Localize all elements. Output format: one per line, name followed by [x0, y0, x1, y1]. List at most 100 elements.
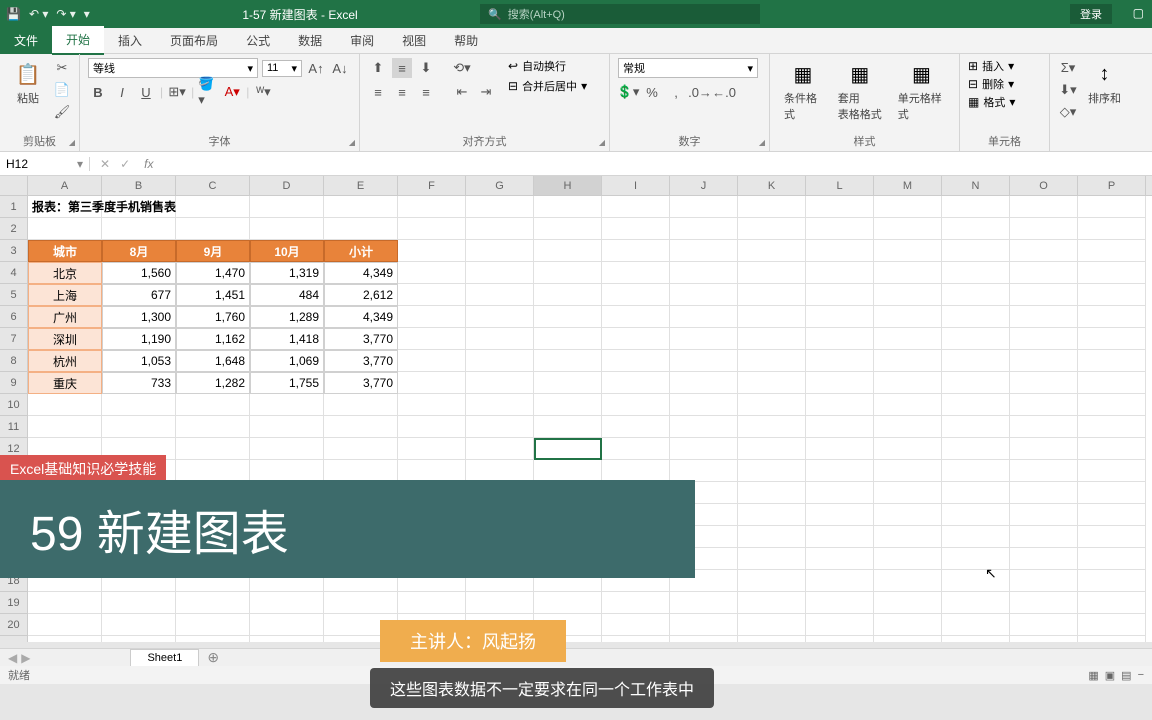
- cell[interactable]: 北京: [28, 262, 102, 284]
- cell[interactable]: [1010, 416, 1078, 438]
- font-color-icon[interactable]: A▾: [222, 82, 242, 102]
- cell[interactable]: [670, 328, 738, 350]
- cell[interactable]: 1,053: [102, 350, 176, 372]
- cell[interactable]: [738, 372, 806, 394]
- cell[interactable]: [1010, 306, 1078, 328]
- cell[interactable]: [738, 240, 806, 262]
- tab-help[interactable]: 帮助: [440, 27, 492, 54]
- cell[interactable]: [1010, 548, 1078, 570]
- cell[interactable]: [534, 372, 602, 394]
- cell[interactable]: [806, 262, 874, 284]
- cell[interactable]: [102, 394, 176, 416]
- cell[interactable]: [176, 592, 250, 614]
- tab-formulas[interactable]: 公式: [232, 27, 284, 54]
- cell[interactable]: [942, 350, 1010, 372]
- cell[interactable]: [874, 306, 942, 328]
- number-dialog-icon[interactable]: ◢: [759, 138, 765, 147]
- cell[interactable]: [398, 372, 466, 394]
- column-header[interactable]: A: [28, 176, 102, 195]
- cell[interactable]: 484: [250, 284, 324, 306]
- cell[interactable]: [534, 284, 602, 306]
- cell[interactable]: [738, 284, 806, 306]
- cell[interactable]: 小计: [324, 240, 398, 262]
- cell[interactable]: 1,162: [176, 328, 250, 350]
- cell[interactable]: 1,760: [176, 306, 250, 328]
- cell[interactable]: [942, 372, 1010, 394]
- cell[interactable]: [398, 240, 466, 262]
- cell[interactable]: [534, 196, 602, 218]
- cell[interactable]: [1078, 350, 1146, 372]
- cell[interactable]: [250, 592, 324, 614]
- cell[interactable]: [534, 438, 602, 460]
- format-cells-button[interactable]: ▦格式▾: [968, 94, 1015, 110]
- cell[interactable]: [534, 350, 602, 372]
- cell[interactable]: [602, 328, 670, 350]
- cell[interactable]: [398, 306, 466, 328]
- cell[interactable]: [670, 262, 738, 284]
- column-header[interactable]: J: [670, 176, 738, 195]
- cell[interactable]: 深圳: [28, 328, 102, 350]
- cell[interactable]: [602, 460, 670, 482]
- row-header[interactable]: 7: [0, 328, 28, 350]
- column-header[interactable]: O: [1010, 176, 1078, 195]
- cell[interactable]: [250, 636, 324, 642]
- tab-view[interactable]: 视图: [388, 27, 440, 54]
- cell[interactable]: [1078, 460, 1146, 482]
- cell[interactable]: [1078, 284, 1146, 306]
- cell[interactable]: [176, 460, 250, 482]
- cell[interactable]: [534, 306, 602, 328]
- cell[interactable]: [602, 284, 670, 306]
- clipboard-dialog-icon[interactable]: ◢: [69, 138, 75, 147]
- tab-page-layout[interactable]: 页面布局: [156, 27, 232, 54]
- cell[interactable]: [28, 394, 102, 416]
- column-header[interactable]: F: [398, 176, 466, 195]
- cell[interactable]: [942, 504, 1010, 526]
- cell[interactable]: [1010, 240, 1078, 262]
- cell[interactable]: 733: [102, 372, 176, 394]
- cell[interactable]: [738, 548, 806, 570]
- cell[interactable]: [738, 614, 806, 636]
- cell[interactable]: [1078, 438, 1146, 460]
- cell[interactable]: 677: [102, 284, 176, 306]
- column-header[interactable]: E: [324, 176, 398, 195]
- cell[interactable]: [534, 262, 602, 284]
- row-header[interactable]: 2: [0, 218, 28, 240]
- cell[interactable]: [874, 636, 942, 642]
- cell[interactable]: 报表：第三季度手机销售表: [28, 196, 102, 218]
- italic-button[interactable]: I: [112, 82, 132, 102]
- cell[interactable]: 1,560: [102, 262, 176, 284]
- column-header[interactable]: B: [102, 176, 176, 195]
- cell[interactable]: 3,770: [324, 372, 398, 394]
- cell[interactable]: [874, 614, 942, 636]
- cell[interactable]: [1078, 328, 1146, 350]
- column-header[interactable]: L: [806, 176, 874, 195]
- column-header[interactable]: I: [602, 176, 670, 195]
- cell[interactable]: [738, 218, 806, 240]
- cell[interactable]: [602, 306, 670, 328]
- borders-icon[interactable]: ⊞▾: [167, 82, 187, 102]
- cell[interactable]: [102, 416, 176, 438]
- cell[interactable]: [250, 196, 324, 218]
- cell[interactable]: 9月: [176, 240, 250, 262]
- sheet-tab[interactable]: Sheet1: [130, 649, 199, 667]
- cell[interactable]: [1078, 636, 1146, 642]
- increase-decimal-icon[interactable]: .0→: [690, 82, 710, 102]
- comma-icon[interactable]: ,: [666, 82, 686, 102]
- cell[interactable]: [942, 438, 1010, 460]
- cell[interactable]: 1,069: [250, 350, 324, 372]
- cell[interactable]: [806, 548, 874, 570]
- cell[interactable]: 1,418: [250, 328, 324, 350]
- cell[interactable]: [738, 394, 806, 416]
- cell[interactable]: [1010, 482, 1078, 504]
- cell[interactable]: [806, 372, 874, 394]
- row-header[interactable]: 21: [0, 636, 28, 642]
- increase-font-icon[interactable]: A↑: [306, 58, 326, 78]
- cell[interactable]: [942, 526, 1010, 548]
- row-header[interactable]: 5: [0, 284, 28, 306]
- cell[interactable]: [324, 196, 398, 218]
- cell[interactable]: 2,612: [324, 284, 398, 306]
- cell[interactable]: [738, 350, 806, 372]
- cell[interactable]: [602, 592, 670, 614]
- cell[interactable]: [534, 416, 602, 438]
- cell[interactable]: 1,451: [176, 284, 250, 306]
